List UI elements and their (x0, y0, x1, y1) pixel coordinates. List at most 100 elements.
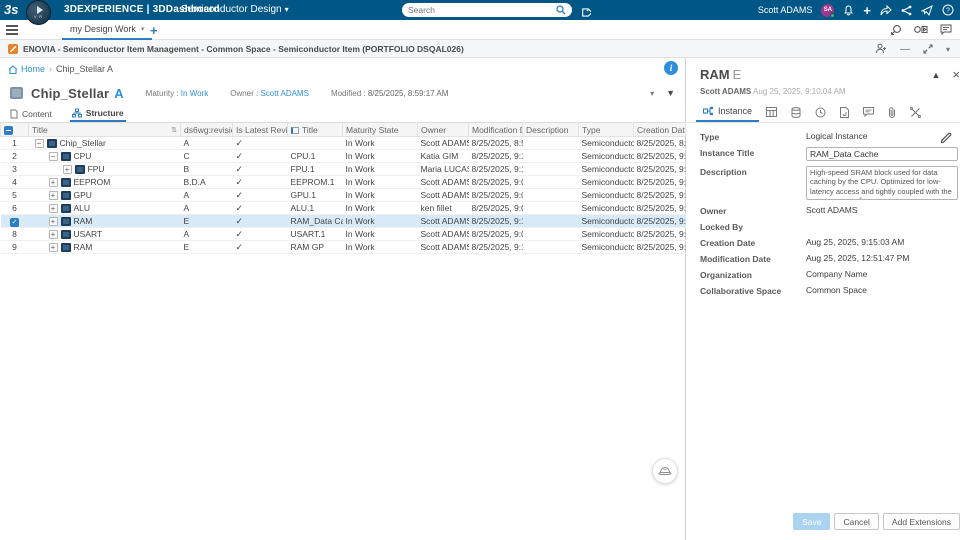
column-revision[interactable]: ds6wg:revision (180, 122, 233, 137)
notifications-bell-icon[interactable] (843, 4, 854, 16)
search-icon[interactable] (556, 5, 566, 15)
row-title-cell[interactable]: − Chip_Stellar (28, 136, 181, 150)
row-number[interactable]: 4 (0, 175, 29, 189)
hamburger-menu-icon[interactable] (6, 25, 18, 37)
tag-icon[interactable] (580, 4, 591, 22)
owner-cell[interactable]: Scott ADAMS (417, 175, 469, 189)
expander-toggle[interactable]: + (48, 242, 58, 252)
cancel-button[interactable]: Cancel (834, 513, 879, 530)
row-number[interactable]: 8 (0, 227, 29, 241)
owner-cell[interactable]: Scott ADAMS (417, 240, 469, 254)
expander-toggle[interactable]: − (34, 138, 44, 148)
table-row[interactable]: 5 + GPU A ✓ GPU.1 In Work Scott ADAMS 8/… (0, 188, 686, 202)
filter-icon[interactable]: ▼ (666, 88, 675, 98)
owner-cell[interactable]: Maria LUCAS (417, 162, 469, 176)
minimize-icon[interactable]: — (900, 44, 910, 55)
row-number[interactable]: 1 (0, 136, 29, 150)
owner-cell[interactable]: Scott ADAMS (417, 188, 469, 202)
add-content-icon[interactable]: + (863, 4, 871, 17)
table-row[interactable]: 1 − Chip_Stellar A ✓ In Work Scott ADAMS… (0, 136, 686, 150)
media-play-icon[interactable] (914, 21, 928, 39)
app-switcher[interactable]: Semiconductor Design ▾ (181, 4, 289, 15)
tab-documents[interactable] (833, 102, 856, 122)
share-arrow-icon[interactable] (880, 4, 892, 16)
avatar[interactable]: SA (821, 3, 836, 18)
row-title-cell[interactable]: + FPU (28, 162, 181, 176)
dashboard-tab[interactable]: my Design Work ▾ (62, 20, 153, 40)
row-title-cell[interactable]: + RAM (28, 240, 181, 254)
column-is-latest[interactable]: Is Latest Revi... (232, 122, 288, 137)
owner-cell[interactable]: Scott ADAMS (417, 136, 469, 150)
edit-pencil-icon[interactable] (940, 129, 952, 147)
chevron-down-icon[interactable]: ▾ (141, 25, 145, 33)
close-panel-icon[interactable]: × (952, 68, 960, 81)
column-title[interactable]: Title ⇅ (28, 122, 181, 137)
search-input[interactable] (408, 5, 556, 15)
table-row[interactable]: 4 + EEPROM B.D.A ✓ EEPROM.1 In Work Scot… (0, 175, 686, 189)
tab-properties-grid[interactable] (759, 102, 784, 122)
collaborate-share-icon[interactable] (901, 5, 912, 16)
column-maturity[interactable]: Maturity State (342, 122, 418, 137)
row-title-cell[interactable]: + EEPROM (28, 175, 181, 189)
global-search[interactable] (402, 3, 572, 17)
chevron-down-icon[interactable]: ▾ (650, 89, 654, 98)
tab-database[interactable] (784, 102, 808, 122)
help-icon[interactable]: ? (942, 4, 954, 16)
column-creation-date[interactable]: Creation Date (633, 122, 686, 137)
sort-icon[interactable]: ⇅ (171, 126, 177, 134)
owner-cell[interactable]: Scott ADAMS (417, 214, 469, 228)
owner-value[interactable]: Scott ADAMS (260, 89, 308, 98)
column-description[interactable]: Description (522, 122, 579, 137)
description-textarea[interactable]: High-speed SRAM block used for data cach… (806, 166, 958, 200)
row-title-cell[interactable]: − CPU (28, 149, 181, 163)
instance-title-input[interactable] (806, 147, 958, 161)
expander-toggle[interactable]: + (48, 177, 58, 187)
send-plane-icon[interactable] (921, 4, 933, 16)
collapse-panel-icon[interactable]: ▲ (931, 70, 940, 80)
tab-attachments[interactable] (881, 102, 903, 122)
add-extensions-button[interactable]: Add Extensions (882, 513, 960, 530)
row-title-cell[interactable]: + USART (28, 227, 181, 241)
info-icon[interactable]: i (664, 61, 678, 75)
user-name[interactable]: Scott ADAMS (758, 5, 813, 15)
tab-comments[interactable] (856, 102, 881, 122)
tab-content[interactable]: Content (8, 106, 54, 122)
table-row[interactable]: 3 + FPU B ✓ FPU.1 In Work Maria LUCAS 8/… (0, 162, 686, 176)
column-mod-date[interactable]: Modification Date (468, 122, 523, 137)
row-title-cell[interactable]: + ALU (28, 201, 181, 215)
row-title-cell[interactable]: + GPU (28, 188, 181, 202)
row-number[interactable]: 2 (0, 149, 29, 163)
assistant-button[interactable] (652, 458, 678, 484)
owner-cell[interactable]: Katia GIM (417, 149, 469, 163)
fullscreen-icon[interactable] (923, 40, 933, 58)
search-back-icon[interactable] (890, 21, 902, 39)
column-owner[interactable]: Owner (417, 122, 469, 137)
column-type[interactable]: Type (578, 122, 634, 137)
breadcrumb-home[interactable]: Home (8, 64, 45, 74)
table-row[interactable]: 6 + ALU A ✓ ALU.1 In Work ken fillet 8/2… (0, 201, 686, 215)
row-title-cell[interactable]: + RAM (28, 214, 181, 228)
chevron-down-icon[interactable]: ▾ (946, 45, 950, 54)
owner-cell[interactable]: ken fillet (417, 201, 469, 215)
save-button[interactable]: Save (793, 513, 831, 530)
expander-toggle[interactable]: + (48, 216, 58, 226)
owner-cell[interactable]: Scott ADAMS (417, 227, 469, 241)
comments-icon[interactable] (940, 21, 952, 39)
expander-toggle[interactable]: + (48, 190, 58, 200)
row-number[interactable]: ✓ (0, 214, 29, 228)
tab-history[interactable] (808, 102, 833, 122)
select-all-checkbox[interactable] (0, 122, 29, 137)
expander-toggle[interactable]: − (48, 151, 58, 161)
row-number[interactable]: 5 (0, 188, 29, 202)
row-number[interactable]: 9 (0, 240, 29, 254)
table-row[interactable]: ✓ + RAM E ✓ RAM_Data Cache In Work Scott… (0, 214, 686, 228)
tab-structure[interactable]: Structure (69, 106, 126, 122)
row-number[interactable]: 6 (0, 201, 29, 215)
expander-toggle[interactable]: + (48, 229, 58, 239)
add-tab-button[interactable]: + (150, 23, 158, 38)
table-row[interactable]: 8 + USART A ✓ USART.1 In Work Scott ADAM… (0, 227, 686, 241)
table-row[interactable]: 9 + RAM E ✓ RAM GP In Work Scott ADAMS 8… (0, 240, 686, 254)
column-instance-title[interactable]: Title (287, 122, 343, 137)
compass-icon[interactable]: V,R (26, 0, 51, 25)
expander-toggle[interactable]: + (62, 164, 72, 174)
